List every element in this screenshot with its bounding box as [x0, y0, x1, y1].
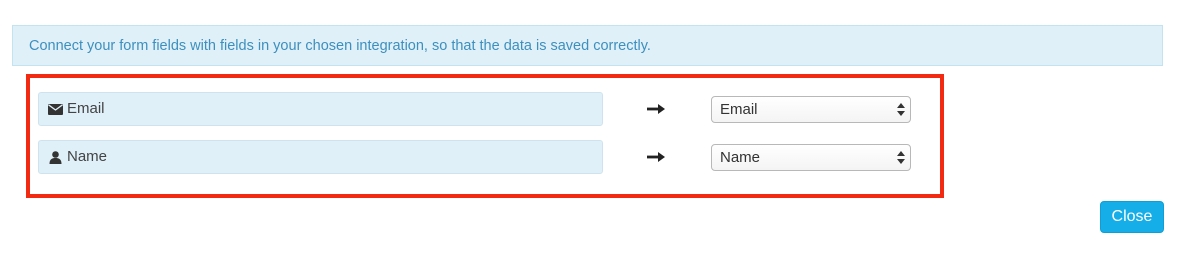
mapping-row-name: Name Name	[30, 140, 940, 174]
mapping-row-email: Email Email	[30, 92, 940, 126]
source-field-label: Name	[67, 148, 108, 165]
select-caret-icon	[897, 101, 905, 118]
target-select-value: Name	[720, 149, 761, 166]
source-field-name: Name	[38, 140, 603, 174]
source-field-label: Email	[67, 100, 105, 117]
arrow-right-icon	[644, 92, 668, 126]
envelope-icon	[47, 102, 63, 116]
user-icon	[47, 150, 63, 164]
close-button[interactable]: Close	[1100, 201, 1164, 233]
info-banner-text: Connect your form fields with fields in …	[29, 38, 651, 54]
field-mapping-panel: Email Email Name Name	[26, 74, 944, 198]
target-select-name[interactable]: Name	[711, 144, 911, 171]
target-select-email[interactable]: Email	[711, 96, 911, 123]
source-field-email: Email	[38, 92, 603, 126]
select-caret-icon	[897, 149, 905, 166]
target-select-value: Email	[720, 101, 758, 118]
arrow-right-icon	[644, 140, 668, 174]
info-banner: Connect your form fields with fields in …	[12, 25, 1163, 66]
